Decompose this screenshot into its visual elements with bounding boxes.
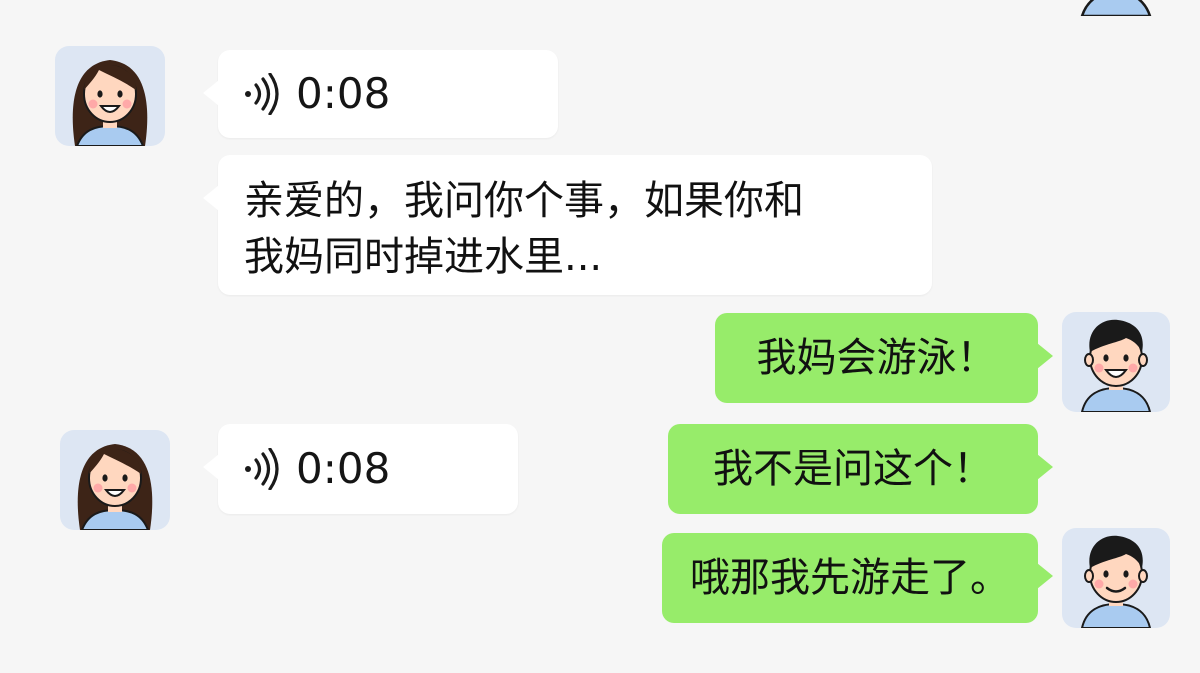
voice-wave-icon: [245, 448, 279, 490]
outgoing-message[interactable]: 哦那我先游走了。: [662, 533, 1053, 623]
outgoing-message[interactable]: 我不是问这个！: [668, 424, 1053, 514]
boyfriend-avatar-partial: [1078, 0, 1154, 16]
outgoing-message[interactable]: 我妈会游泳！: [715, 313, 1053, 403]
voice-message[interactable]: 0:08: [203, 424, 518, 514]
voice-message[interactable]: 0:08: [203, 50, 558, 138]
boyfriend-avatar[interactable]: [1062, 312, 1170, 412]
voice-duration: 0:08: [296, 68, 391, 118]
girlfriend-avatar[interactable]: [60, 430, 170, 530]
voice-wave-icon: [245, 73, 279, 115]
boyfriend-avatar[interactable]: [1062, 528, 1170, 628]
girlfriend-avatar[interactable]: [55, 46, 165, 146]
voice-duration: 0:08: [296, 443, 391, 493]
chat-area: 0:08 亲爱的，我问你个事，如果你和 我妈同时掉进水里... 我妈会游泳！ 0…: [0, 0, 1200, 673]
incoming-message[interactable]: 亲爱的，我问你个事，如果你和 我妈同时掉进水里...: [203, 155, 932, 295]
